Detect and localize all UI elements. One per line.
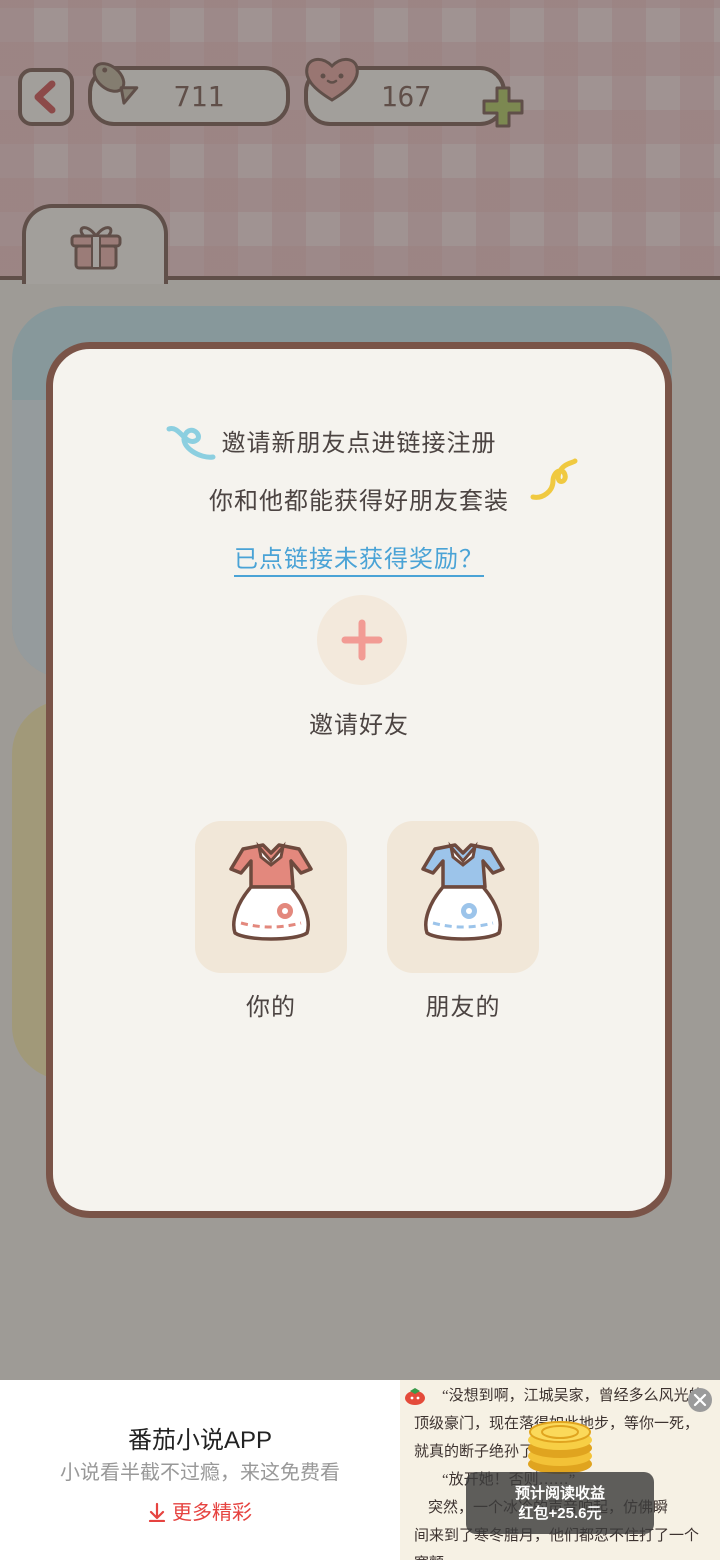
invite-friend-label: 邀请好友 <box>309 711 409 739</box>
ad-title: 番茄小说APP <box>127 1427 273 1454</box>
tomato-app-logo-icon <box>405 1388 425 1405</box>
my-outfit-card[interactable] <box>195 821 347 973</box>
reward-help-link-row: 已点链接未获得奖励？ <box>53 539 665 577</box>
dress-icon <box>421 841 505 941</box>
invite-line-1: 邀请新朋友点进链接注册 <box>221 429 497 457</box>
download-icon <box>148 1502 166 1523</box>
reward-value: 红包+25.6元 <box>518 1505 602 1522</box>
yellow-squiggle-decoration <box>530 458 578 500</box>
reward-title: 预计阅读收益 <box>514 1485 605 1502</box>
ad-close-button[interactable] <box>688 1388 712 1412</box>
ad-more-button[interactable]: 更多精彩 <box>0 1496 400 1525</box>
invite-modal: 邀请新朋友点进链接注册 你和他都能获得好朋友套装 已点链接未获得奖励？ 邀请好友… <box>46 342 672 1218</box>
ad-more-label: 更多精彩 <box>172 1502 252 1524</box>
friend-outfit-label: 朋友的 <box>425 993 501 1021</box>
preview-line: “没想到啊，江城吴家，曾经多么风光的 <box>442 1388 704 1404</box>
close-icon <box>693 1393 707 1407</box>
reward-help-link[interactable]: 已点链接未获得奖励？ <box>234 545 484 577</box>
dress-icon <box>229 841 313 941</box>
reading-reward-badge[interactable]: 预计阅读收益 红包+25.6元 <box>466 1472 654 1534</box>
ad-subtitle: 小说看半截不过瘾，来这免费看 <box>60 1462 340 1484</box>
plus-icon <box>341 619 383 661</box>
friend-outfit-card[interactable] <box>387 821 539 973</box>
preview-line: 寒颤。 <box>414 1550 714 1560</box>
invite-friend-button[interactable] <box>317 595 407 685</box>
my-outfit-label: 你的 <box>246 993 296 1021</box>
coin-icon <box>528 1421 592 1474</box>
